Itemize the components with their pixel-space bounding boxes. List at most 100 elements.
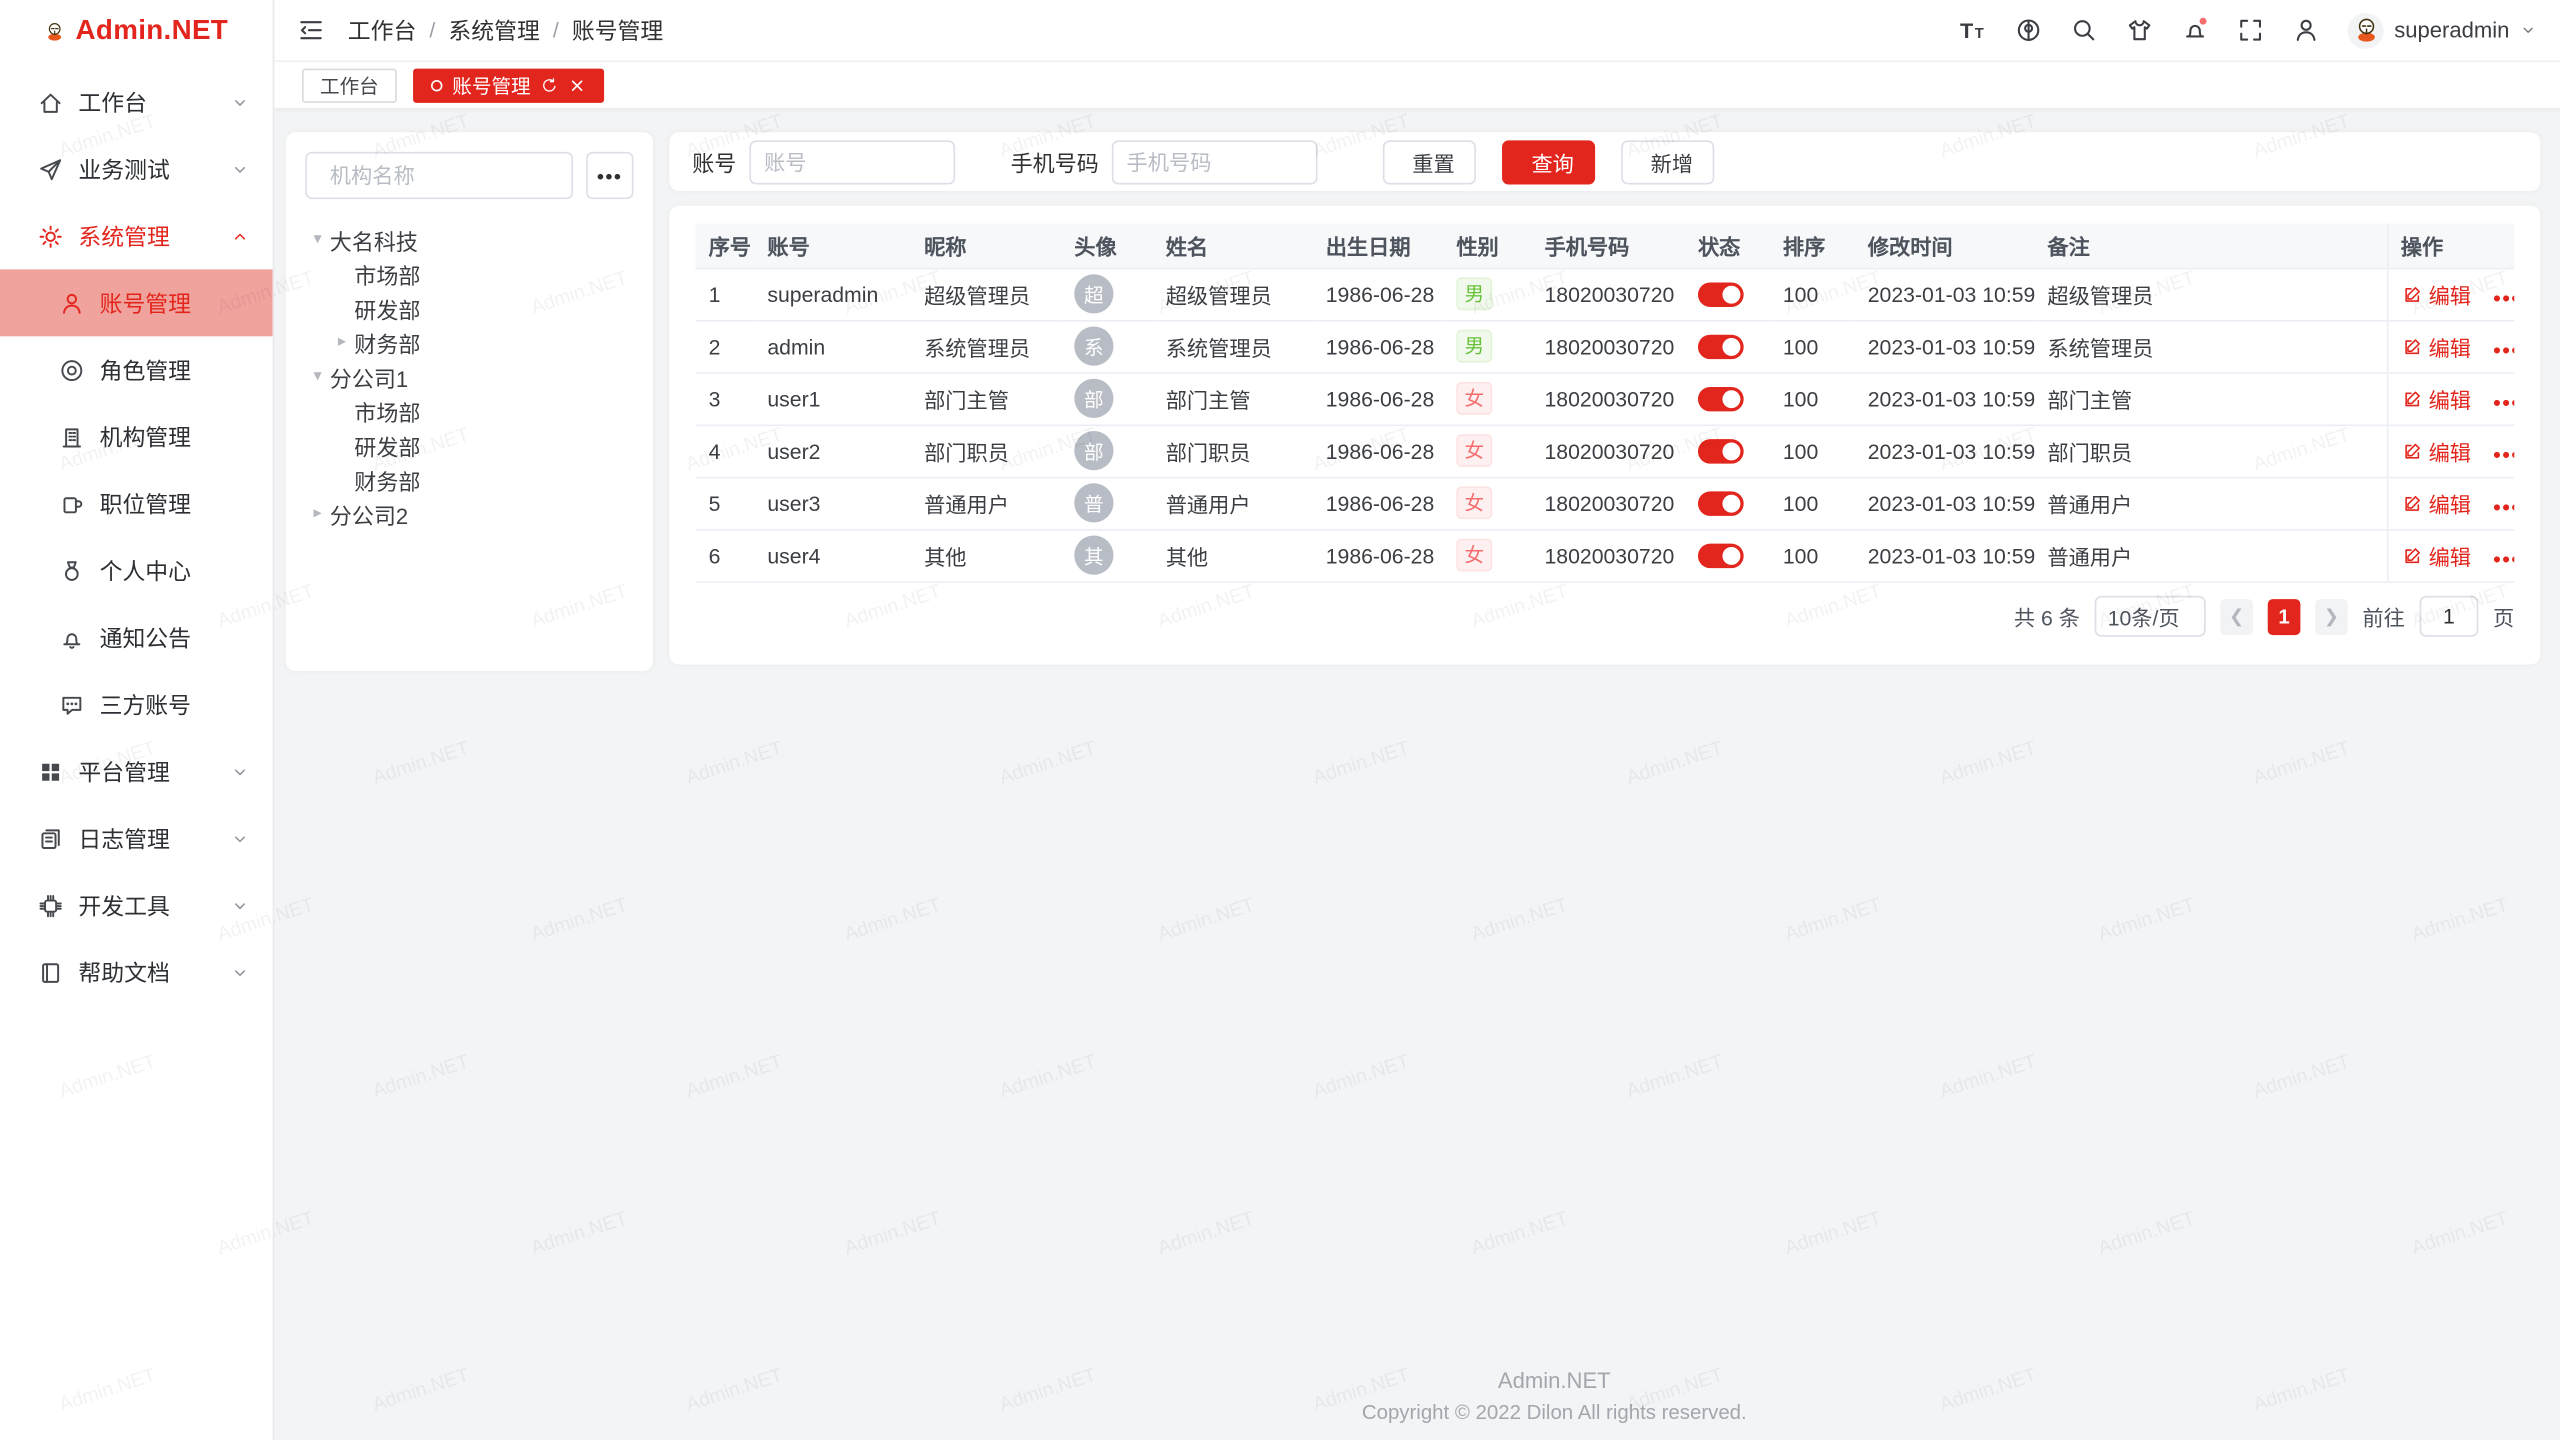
accounts-table-card: 序号账号昵称头像姓名出生日期性别手机号码状态排序修改时间备注操作 1 super… xyxy=(669,206,2540,664)
row-more-button[interactable]: ••• xyxy=(2493,442,2514,466)
page-size-select[interactable]: 10条/页 xyxy=(2095,596,2206,637)
breadcrumb-item-0[interactable]: 工作台 xyxy=(348,14,417,47)
sidebar-item-0[interactable]: 工作台 xyxy=(0,69,273,136)
table-header-row: 序号账号昵称头像姓名出生日期性别手机号码状态排序修改时间备注操作 xyxy=(696,224,2515,268)
edit-button[interactable]: 编辑 xyxy=(2401,540,2471,571)
gender-tag: 男 xyxy=(1456,330,1492,363)
tree-expand-icon[interactable]: ▾ xyxy=(305,367,329,385)
row-more-button[interactable]: ••• xyxy=(2493,494,2514,518)
tree-node-2[interactable]: 研发部 xyxy=(305,291,633,325)
font-size-icon[interactable]: TT xyxy=(1960,16,1988,44)
chevron-down-icon xyxy=(230,829,250,849)
refresh-icon xyxy=(540,76,558,94)
status-toggle[interactable] xyxy=(1698,491,1744,515)
add-button[interactable]: 新增 xyxy=(1621,140,1714,184)
tree-node-0[interactable]: ▾ 大名科技 xyxy=(305,222,633,256)
brand-logo: Admin.NET xyxy=(0,0,273,62)
sidebar-item-3[interactable]: 平台管理 xyxy=(0,738,273,805)
cell-modified: 2023-01-03 10:59:44 xyxy=(1855,424,2035,476)
query-button[interactable]: 查询 xyxy=(1502,140,1595,184)
edit-icon xyxy=(2401,283,2422,304)
tree-expand-icon[interactable]: ▸ xyxy=(330,333,354,351)
search-icon[interactable] xyxy=(2071,16,2099,44)
status-toggle[interactable] xyxy=(1698,439,1744,463)
cell-modified: 2023-01-03 10:59:44 xyxy=(1855,477,2035,529)
row-more-button[interactable]: ••• xyxy=(2493,389,2514,413)
tab-label: 工作台 xyxy=(320,71,379,99)
sidebar-subitem-2-5[interactable]: 通知公告 xyxy=(0,604,273,671)
sidebar-item-1[interactable]: 业务测试 xyxy=(0,136,273,203)
status-toggle[interactable] xyxy=(1698,387,1744,411)
org-search-box[interactable] xyxy=(305,152,573,199)
reset-button[interactable]: 重置 xyxy=(1383,140,1476,184)
column-header-6: 性别 xyxy=(1443,224,1531,268)
avatar: 部 xyxy=(1074,379,1113,418)
user-menu[interactable]: superadmin xyxy=(2348,12,2537,48)
breadcrumb-item-2[interactable]: 账号管理 xyxy=(572,14,663,47)
org-search-input[interactable] xyxy=(330,163,559,187)
tree-node-7[interactable]: 财务部 xyxy=(305,462,633,496)
edit-button[interactable]: 编辑 xyxy=(2401,435,2471,466)
sidebar-subitem-label: 个人中心 xyxy=(100,554,250,587)
cell-birth: 1986-06-28 xyxy=(1313,477,1444,529)
next-page-button[interactable]: ❯ xyxy=(2315,598,2348,634)
pagination-total: 共 6 条 xyxy=(2014,601,2080,632)
sidebar-subitem-2-1[interactable]: 角色管理 xyxy=(0,336,273,403)
collapse-menu-icon[interactable] xyxy=(297,16,325,44)
phone-input[interactable] xyxy=(1112,140,1318,184)
cell-avatar: 系 xyxy=(1061,320,1152,372)
sidebar-subitem-2-3[interactable]: 职位管理 xyxy=(0,470,273,537)
page-number-button[interactable]: 1 xyxy=(2268,598,2301,634)
avatar: 普 xyxy=(1074,483,1113,522)
edit-button[interactable]: 编辑 xyxy=(2401,383,2471,414)
table-row: 6 user4 其他 其 其他 1986-06-28 女 18020030720… xyxy=(696,529,2515,581)
tab-0[interactable]: 工作台 xyxy=(302,68,397,102)
column-header-11: 备注 xyxy=(2034,224,2387,268)
breadcrumb-item-1[interactable]: 系统管理 xyxy=(448,14,539,47)
status-toggle[interactable] xyxy=(1698,335,1744,359)
sidebar-subitem-2-6[interactable]: 三方账号 xyxy=(0,671,273,738)
tree-expand-icon[interactable]: ▸ xyxy=(305,504,329,522)
sidebar-item-2[interactable]: 系统管理 xyxy=(0,202,273,269)
status-toggle[interactable] xyxy=(1698,282,1744,306)
sidebar-item-4[interactable]: 日志管理 xyxy=(0,805,273,872)
row-more-button[interactable]: ••• xyxy=(2493,337,2514,361)
tab-1[interactable]: 账号管理 xyxy=(413,68,604,102)
chevron-down-icon xyxy=(230,896,250,916)
goto-page-input[interactable] xyxy=(2420,596,2479,637)
bell-badge-icon[interactable] xyxy=(2182,16,2210,44)
row-more-button[interactable]: ••• xyxy=(2493,285,2514,309)
sidebar-subitem-2-4[interactable]: 个人中心 xyxy=(0,537,273,604)
edit-button[interactable]: 编辑 xyxy=(2401,487,2471,518)
account-input[interactable] xyxy=(749,140,955,184)
sidebar-subitem-2-2[interactable]: 机构管理 xyxy=(0,403,273,470)
tree-node-6[interactable]: 研发部 xyxy=(305,428,633,462)
row-more-button[interactable]: ••• xyxy=(2493,546,2514,570)
cell-phone: 18020030720 xyxy=(1531,320,1684,372)
user-outline-icon[interactable] xyxy=(2293,16,2321,44)
tree-node-1[interactable]: 市场部 xyxy=(305,256,633,290)
sidebar-subitem-2-0[interactable]: 账号管理 xyxy=(0,269,273,336)
edit-button[interactable]: 编辑 xyxy=(2401,331,2471,362)
prev-page-button[interactable]: ❮ xyxy=(2220,598,2253,634)
sidebar-item-6[interactable]: 帮助文档 xyxy=(0,939,273,1006)
theme-icon[interactable] xyxy=(2126,16,2154,44)
status-toggle[interactable] xyxy=(1698,544,1744,568)
tree-node-5[interactable]: 市场部 xyxy=(305,393,633,427)
column-header-4: 姓名 xyxy=(1153,224,1313,268)
gender-tag: 女 xyxy=(1456,487,1492,520)
tree-node-4[interactable]: ▾ 分公司1 xyxy=(305,359,633,393)
language-icon[interactable] xyxy=(2015,16,2043,44)
fullscreen-icon[interactable] xyxy=(2237,16,2265,44)
tree-more-button[interactable]: ••• xyxy=(586,152,633,199)
tree-node-3[interactable]: ▸ 财务部 xyxy=(305,325,633,359)
cell-modified: 2023-01-03 10:59:44 xyxy=(1855,320,2035,372)
tree-expand-icon[interactable]: ▾ xyxy=(305,230,329,248)
edit-button[interactable]: 编辑 xyxy=(2401,278,2471,309)
edit-label: 编辑 xyxy=(2429,278,2471,309)
sidebar-item-5[interactable]: 开发工具 xyxy=(0,872,273,939)
bell-icon xyxy=(59,624,85,650)
column-header-3: 头像 xyxy=(1061,224,1152,268)
tree-node-label: 研发部 xyxy=(354,291,420,324)
tree-node-8[interactable]: ▸ 分公司2 xyxy=(305,496,633,530)
